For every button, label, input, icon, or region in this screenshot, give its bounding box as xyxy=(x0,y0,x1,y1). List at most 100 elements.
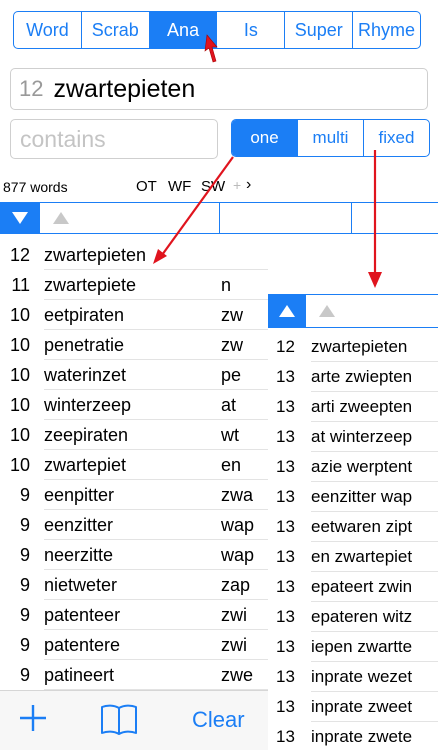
list-item[interactable]: 9 patineert zwe xyxy=(0,660,268,690)
column-divider xyxy=(351,203,352,233)
list-item[interactable]: 12 zwartepieten xyxy=(268,332,438,362)
item-words: arte zwiepten xyxy=(311,367,413,386)
item-remainder: wap xyxy=(221,514,255,535)
item-words: en zwartepiet xyxy=(311,547,413,566)
list-item[interactable]: 10 waterinzet pe xyxy=(0,360,268,390)
item-words: epateren witz xyxy=(311,607,413,626)
list-item[interactable]: 10 penetratie zw xyxy=(0,330,268,360)
item-length: 13 xyxy=(276,547,295,566)
results-list: 12 zwartepieten 11 zwartepiete n 10 eetpirat… xyxy=(0,240,268,690)
item-word: patineert xyxy=(44,664,115,685)
list-item[interactable]: 9 patenteer zwi xyxy=(0,600,268,630)
item-remainder: zwa xyxy=(221,484,254,505)
tab-word[interactable]: Word xyxy=(14,12,82,48)
tab-super[interactable]: Super xyxy=(285,12,354,48)
item-remainder: en xyxy=(221,454,242,475)
list-item[interactable]: 9 eenzitter wap xyxy=(0,510,268,540)
list-item[interactable]: 13 epateren witz xyxy=(268,602,438,632)
list-item[interactable]: 13 arti zweepten xyxy=(268,392,438,422)
list-item[interactable]: 9 neerzitte wap xyxy=(0,540,268,570)
word-count: 877 words xyxy=(3,179,68,195)
list-item[interactable]: 9 eenpitter zwa xyxy=(0,480,268,510)
list-item[interactable]: 13 eetwaren zipt xyxy=(268,512,438,542)
filter-wf[interactable]: WF xyxy=(168,178,191,195)
list-item[interactable]: 10 zwartepiet en xyxy=(0,450,268,480)
filter-ot[interactable]: OT xyxy=(136,178,157,195)
list-item[interactable]: 10 winterzeep at xyxy=(0,390,268,420)
item-length: 13 xyxy=(276,397,295,416)
item-length: 10 xyxy=(9,364,30,385)
triangle-up-icon xyxy=(53,212,69,224)
item-word: zwartepiet xyxy=(44,454,127,475)
list-item[interactable]: 13 inprate wezet xyxy=(268,662,438,692)
sort-ascending-button[interactable] xyxy=(46,203,76,233)
mode-one[interactable]: one xyxy=(232,120,298,156)
list-item[interactable]: 13 inprate zweet xyxy=(268,692,438,722)
item-length: 13 xyxy=(276,457,295,476)
item-length: 13 xyxy=(276,487,295,506)
clear-button[interactable]: Clear xyxy=(192,707,245,733)
item-remainder: wap xyxy=(221,544,255,565)
list-item[interactable]: 13 arte zwiepten xyxy=(268,362,438,392)
bottom-toolbar: Clear xyxy=(0,690,268,750)
panel-sort-bar xyxy=(268,294,438,328)
sort-toggle-button[interactable] xyxy=(312,295,342,327)
tab-rhyme[interactable]: Rhyme xyxy=(353,12,420,48)
list-item[interactable]: 13 en zwartepiet xyxy=(268,542,438,572)
list-item[interactable]: 12 zwartepieten xyxy=(0,240,268,270)
mode-multi[interactable]: multi xyxy=(298,120,364,156)
add-filter-icon[interactable]: + xyxy=(233,177,241,193)
mode-segmented-control: one multi fixed xyxy=(231,119,430,157)
mode-fixed[interactable]: fixed xyxy=(364,120,429,156)
item-length: 9 xyxy=(19,634,30,655)
item-words: iepen zwartte xyxy=(311,637,413,656)
chevron-right-icon[interactable]: › xyxy=(246,176,251,194)
word-value: zwartepieten xyxy=(53,74,196,103)
list-item[interactable]: 13 iepen zwartte xyxy=(268,632,438,662)
list-item[interactable]: 9 nietweter zap xyxy=(0,570,268,600)
item-length: 13 xyxy=(276,697,295,716)
tab-scrab[interactable]: Scrab xyxy=(82,12,150,48)
item-remainder: n xyxy=(221,274,232,295)
item-length: 9 xyxy=(19,484,30,505)
multi-results-list: 12 zwartepieten 13 arte zwiepten 13 arti zw… xyxy=(268,332,438,750)
item-remainder: pe xyxy=(221,364,242,385)
item-length: 9 xyxy=(19,514,30,535)
list-item[interactable]: 13 inprate zwete xyxy=(268,722,438,750)
list-item[interactable]: 13 at winterzeep xyxy=(268,422,438,452)
sort-bar xyxy=(0,202,438,234)
item-remainder: zw xyxy=(221,334,243,355)
item-remainder: wt xyxy=(221,424,239,445)
item-words: arti zweepten xyxy=(311,397,413,416)
list-item[interactable]: 13 eenzitter wap xyxy=(268,482,438,512)
item-length: 9 xyxy=(19,574,30,595)
filter-sw[interactable]: SW xyxy=(201,178,225,195)
item-word: patenteer xyxy=(44,604,121,625)
item-remainder: zwi xyxy=(221,604,247,625)
item-length: 10 xyxy=(9,304,30,325)
list-item[interactable]: 10 zeepiraten wt xyxy=(0,420,268,450)
item-length: 13 xyxy=(276,517,295,536)
tab-is[interactable]: Is xyxy=(217,12,286,48)
item-length: 12 xyxy=(9,244,30,265)
item-word: penetratie xyxy=(44,334,125,355)
list-item[interactable]: 13 epateert zwin xyxy=(268,572,438,602)
list-item[interactable]: 11 zwartepiete n xyxy=(0,270,268,300)
book-icon[interactable] xyxy=(100,703,138,735)
contains-input[interactable]: contains xyxy=(10,119,218,159)
list-item[interactable]: 10 eetpiraten zw xyxy=(0,300,268,330)
item-word: waterinzet xyxy=(44,364,127,385)
list-item[interactable]: 9 patentere zwi xyxy=(0,630,268,660)
item-length: 11 xyxy=(11,274,30,295)
sort-descending-button[interactable] xyxy=(0,203,40,233)
list-item[interactable]: 13 azie werptent xyxy=(268,452,438,482)
item-length: 13 xyxy=(276,667,295,686)
multi-results-panel: 12 zwartepieten 13 arte zwiepten 13 arti zw… xyxy=(268,294,438,750)
add-icon[interactable] xyxy=(18,703,48,733)
item-word: zwartepieten xyxy=(44,244,147,265)
column-divider xyxy=(219,203,220,233)
letter-count: 12 xyxy=(19,76,44,101)
sort-ascending-button[interactable] xyxy=(268,295,306,327)
word-input[interactable]: 12 zwartepieten xyxy=(10,68,428,110)
item-word: eenzitter xyxy=(44,514,114,535)
